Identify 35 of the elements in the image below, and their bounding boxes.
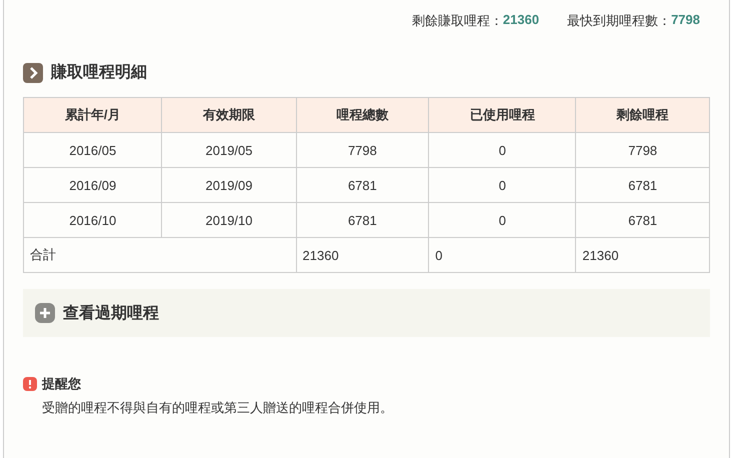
table-cell: 2019/09 <box>162 168 296 202</box>
table-cell: 21360 <box>296 238 429 272</box>
column-header: 有效期限 <box>162 98 296 132</box>
column-header: 剩餘哩程 <box>576 98 710 132</box>
column-header: 哩程總數 <box>296 98 429 132</box>
section-title: 賺取哩程明細 <box>51 62 147 83</box>
table-cell: 6781 <box>296 168 429 202</box>
expired-miles-toggle[interactable]: 查看過期哩程 <box>23 289 710 337</box>
table-cell: 0 <box>428 202 576 238</box>
table-cell: 合計 <box>24 238 296 272</box>
column-header: 已使用哩程 <box>428 98 576 132</box>
table-cell: 2016/09 <box>24 168 162 202</box>
summary-value: 21360 <box>502 12 540 29</box>
table-cell: 6781 <box>576 202 710 238</box>
summary-label: 最快到期哩程數： <box>567 12 672 30</box>
summary-label: 剩餘賺取哩程： <box>412 12 503 30</box>
table-cell: 6781 <box>296 202 429 238</box>
table-cell: 0 <box>428 238 576 272</box>
table-cell: 0 <box>428 168 576 202</box>
table-cell: 2019/05 <box>162 132 296 168</box>
notice-title: 提醒您 <box>42 375 81 393</box>
chevron-icon <box>23 62 43 82</box>
table-cell: 2016/05 <box>24 132 162 168</box>
table-cell: 7798 <box>296 132 429 168</box>
warning-icon <box>23 377 37 391</box>
table-cell: 0 <box>428 132 576 168</box>
summary-value: 7798 <box>671 12 700 29</box>
table-cell: 6781 <box>576 168 710 202</box>
column-header: 累計年/月 <box>24 98 162 132</box>
notice-text: 受贈的哩程不得與自有的哩程或第三人贈送的哩程合併使用。 <box>42 399 394 417</box>
table-cell: 7798 <box>576 132 710 168</box>
table-cell: 2016/10 <box>24 202 162 238</box>
table-cell: 2019/10 <box>162 202 296 238</box>
plus-icon <box>35 303 55 323</box>
table-cell: 21360 <box>576 238 710 272</box>
